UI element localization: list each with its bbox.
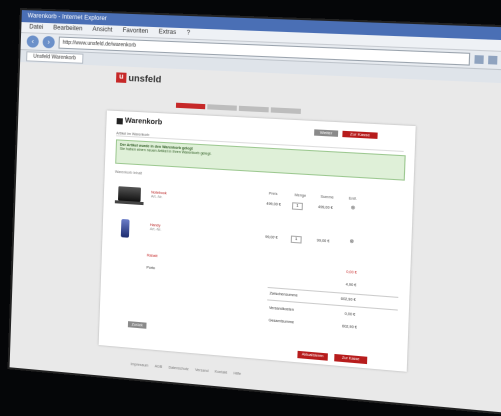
checkout-bottom-button[interactable]: Zur Kasse — [334, 353, 368, 365]
footer-link[interactable]: Kontakt — [215, 370, 228, 375]
extra2-label: Porto — [146, 265, 156, 271]
col-remove: Entf. — [348, 196, 357, 202]
step-2 — [207, 104, 237, 111]
section-label: Warenkorb Inhalt — [114, 169, 143, 176]
menu-file[interactable]: Datei — [29, 22, 43, 33]
extra1-label: Rabatt — [146, 253, 158, 259]
logo-mark: u — [115, 72, 127, 83]
checkout-steps — [175, 102, 301, 114]
product-name[interactable]: Handy Art.-Nr. — [150, 223, 162, 232]
item-price: 499,00 € — [266, 201, 282, 207]
menu-view[interactable]: Ansicht — [92, 25, 112, 36]
site-logo[interactable]: u unsfeld — [115, 72, 162, 85]
phone-image[interactable] — [120, 218, 130, 238]
footer-link[interactable]: Datenschutz — [168, 365, 188, 371]
page-viewport: u unsfeld Warenkorb Weiter einkaufen Zur… — [9, 62, 501, 414]
remove-icon[interactable]: ⊗ — [349, 238, 354, 245]
grand-total-label: Gesamtsumme — [268, 318, 295, 325]
footer-link[interactable]: AGB — [155, 364, 163, 369]
footer-link[interactable]: Versand — [195, 368, 209, 373]
item-total: 499,00 € — [317, 204, 333, 211]
item-total: 99,00 € — [316, 238, 330, 244]
checkout-top-button[interactable]: Zur Kasse — [342, 130, 378, 139]
monitor-screen: Warenkorb - Internet Explorer Datei Bear… — [7, 8, 501, 416]
menu-edit[interactable]: Bearbeiten — [53, 23, 83, 34]
back-button[interactable]: Zurück — [127, 321, 147, 329]
cart-panel: Warenkorb Weiter einkaufen Zur Kasse Art… — [98, 110, 416, 372]
item-price: 99,00 € — [265, 234, 278, 240]
product-name[interactable]: Notebook Art.-Nr. — [151, 190, 167, 199]
laptop-image[interactable] — [117, 186, 141, 202]
home-icon[interactable] — [474, 55, 484, 65]
extra1-value: 0,00 € — [346, 269, 357, 275]
page-title: Warenkorb — [116, 117, 163, 127]
shipping-value: 0,00 € — [344, 311, 356, 317]
menu-favorites[interactable]: Favoriten — [122, 26, 149, 37]
cart-icon — [116, 117, 123, 124]
back-arrow-icon[interactable]: ‹ — [26, 35, 39, 48]
page-title-text: Warenkorb — [124, 117, 163, 127]
menu-help[interactable]: ? — [186, 28, 191, 38]
update-button[interactable]: Aktualisieren — [297, 350, 328, 361]
forward-arrow-icon[interactable]: › — [42, 35, 55, 49]
col-total: Summe — [320, 194, 334, 200]
footer-link[interactable]: Hilfe — [233, 371, 241, 376]
grand-total-value: 602,90 € — [341, 324, 358, 330]
step-4 — [270, 107, 301, 114]
col-price: Preis — [268, 191, 278, 197]
quantity-input[interactable]: 1 — [290, 235, 302, 244]
col-qty: Menge — [294, 192, 307, 198]
logo-name: unsfeld — [128, 72, 162, 85]
continue-shopping-button[interactable]: Weiter einkaufen — [314, 129, 339, 142]
step-1 — [175, 102, 206, 110]
shipping-label: Versandkosten — [268, 305, 294, 312]
quantity-input[interactable]: 1 — [291, 202, 303, 211]
extra2-value: 4,90 € — [345, 282, 357, 288]
menu-tools[interactable]: Extras — [158, 27, 176, 38]
subtotal-label: Zwischensumme — [269, 291, 298, 298]
remove-icon[interactable]: ⊗ — [351, 205, 356, 212]
footer-links: Impressum AGB Datenschutz Versand Kontak… — [131, 362, 241, 376]
subtotal-value: 602,90 € — [340, 296, 356, 303]
step-3 — [238, 105, 269, 113]
print-icon[interactable] — [488, 55, 498, 65]
footer-link[interactable]: Impressum — [131, 362, 149, 368]
